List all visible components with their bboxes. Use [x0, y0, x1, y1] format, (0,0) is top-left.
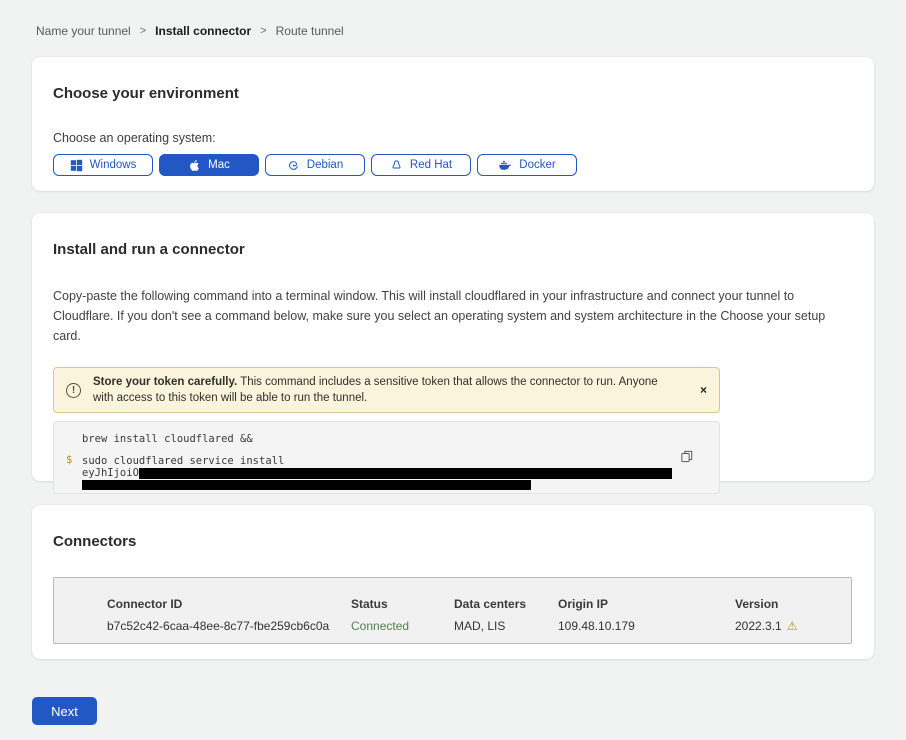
- token-warning-bold: Store your token carefully.: [93, 376, 237, 388]
- docker-icon: [498, 159, 512, 172]
- install-command-code-block: brew install cloudflared && $ sudo cloud…: [53, 421, 720, 494]
- data-centers-value: MAD, LIS: [454, 619, 558, 633]
- os-button-label: Mac: [208, 159, 230, 171]
- choose-environment-title: Choose your environment: [53, 85, 853, 102]
- token-prefix: eyJhIjoiO: [82, 467, 139, 479]
- code-line-token: eyJhIjoiO: [82, 467, 703, 479]
- redacted-token-bar-1: [139, 468, 672, 479]
- redacted-token-bar-2: [82, 480, 531, 490]
- debian-icon: [287, 159, 300, 172]
- os-button-label: Docker: [519, 159, 555, 171]
- shell-prompt: $: [66, 454, 72, 466]
- status-badge: Connected: [351, 619, 454, 633]
- header-data-centers: Data centers: [454, 597, 558, 611]
- redhat-icon: [390, 159, 403, 172]
- copy-icon[interactable]: [681, 450, 693, 466]
- header-origin-ip: Origin IP: [558, 597, 735, 611]
- breadcrumb-install-connector[interactable]: Install connector: [155, 24, 251, 38]
- breadcrumb-route-tunnel[interactable]: Route tunnel: [276, 24, 344, 38]
- os-button-label: Windows: [90, 159, 137, 171]
- os-button-redhat[interactable]: Red Hat: [371, 154, 471, 176]
- warning-triangle-icon[interactable]: ⚠: [787, 620, 798, 632]
- version-value: 2022.3.1 ⚠: [735, 619, 851, 633]
- apple-icon: [188, 159, 201, 172]
- connectors-table: Connector ID Status Data centers Origin …: [53, 577, 852, 644]
- os-button-mac[interactable]: Mac: [159, 154, 259, 176]
- os-select-label: Choose an operating system:: [53, 131, 853, 145]
- breadcrumb-name-your-tunnel[interactable]: Name your tunnel: [36, 24, 131, 38]
- breadcrumb: Name your tunnel > Install connector > R…: [0, 0, 906, 38]
- breadcrumb-separator: >: [140, 25, 146, 37]
- header-status: Status: [351, 597, 454, 611]
- token-warning-text: Store your token carefully. This command…: [93, 374, 673, 406]
- install-connector-title: Install and run a connector: [53, 241, 853, 258]
- code-line-service-install: sudo cloudflared service install: [82, 455, 703, 467]
- table-row: b7c52c42-6caa-48ee-8c77-fbe259cb6c0a Con…: [107, 619, 851, 633]
- os-button-docker[interactable]: Docker: [477, 154, 577, 176]
- connector-id-value: b7c52c42-6caa-48ee-8c77-fbe259cb6c0a: [107, 619, 351, 633]
- header-version: Version: [735, 597, 851, 611]
- install-connector-card: Install and run a connector Copy-paste t…: [32, 213, 874, 481]
- os-button-debian[interactable]: Debian: [265, 154, 365, 176]
- code-line-brew: brew install cloudflared &&: [82, 433, 703, 445]
- token-warning-banner: ! Store your token carefully. This comma…: [53, 367, 720, 413]
- version-number: 2022.3.1: [735, 619, 782, 633]
- os-button-row: Windows Mac Debian Red Hat Docker: [53, 154, 853, 176]
- close-icon[interactable]: ×: [700, 384, 707, 396]
- os-button-windows[interactable]: Windows: [53, 154, 153, 176]
- install-description: Copy-paste the following command into a …: [53, 286, 849, 346]
- connectors-table-header: Connector ID Status Data centers Origin …: [107, 597, 851, 611]
- windows-icon: [70, 159, 83, 172]
- connectors-card: Connectors Connector ID Status Data cent…: [32, 505, 874, 659]
- header-connector-id: Connector ID: [107, 597, 351, 611]
- origin-ip-value: 109.48.10.179: [558, 619, 735, 633]
- breadcrumb-separator: >: [260, 25, 266, 37]
- alert-circle-icon: !: [66, 383, 81, 398]
- next-button[interactable]: Next: [32, 697, 97, 725]
- connectors-title: Connectors: [53, 533, 853, 550]
- os-button-label: Debian: [307, 159, 343, 171]
- os-button-label: Red Hat: [410, 159, 452, 171]
- choose-environment-card: Choose your environment Choose an operat…: [32, 57, 874, 191]
